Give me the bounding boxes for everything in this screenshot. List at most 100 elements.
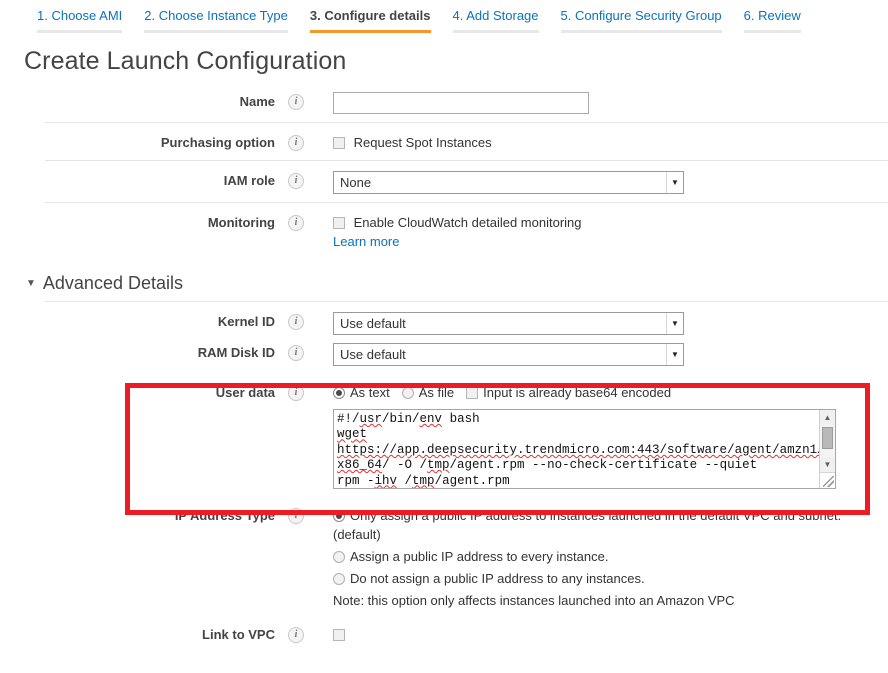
ip-option-no-public-ip-label: Do not assign a public IP address to any… xyxy=(350,571,645,586)
ram-disk-id-label: RAM Disk ID xyxy=(0,342,275,362)
user-data-label: User data xyxy=(0,382,275,402)
info-icon[interactable]: i xyxy=(288,627,304,643)
user-data-as-file-option[interactable]: As file xyxy=(402,383,454,402)
enable-cloudwatch-label: Enable CloudWatch detailed monitoring xyxy=(354,215,582,230)
chevron-down-icon: ▼ xyxy=(666,313,683,334)
info-icon[interactable]: i xyxy=(288,215,304,231)
wizard-tab-configure-details[interactable]: 3. Configure details xyxy=(299,0,442,33)
ip-option-every-instance[interactable]: Assign a public IP address to every inst… xyxy=(333,547,888,566)
user-data-script-content[interactable]: #!/usr/bin/env bash wget https://app.dee… xyxy=(334,410,819,488)
learn-more-link[interactable]: Learn more xyxy=(333,234,399,249)
ip-option-every-instance-label: Assign a public IP address to every inst… xyxy=(350,549,608,564)
script-line: x86_64/ -O /tmp/agent.rpm --no-check-cer… xyxy=(337,458,757,472)
info-icon[interactable]: i xyxy=(288,94,304,110)
enable-cloudwatch-checkbox[interactable] xyxy=(333,217,345,229)
user-data-scrollbar[interactable]: ▲ ▼ xyxy=(819,410,835,488)
user-data-base64-label: Input is already base64 encoded xyxy=(483,385,671,400)
tab-underline xyxy=(744,30,801,33)
iam-role-select[interactable]: None ▼ xyxy=(333,171,684,194)
script-line: rpm -ihv /tmp/agent.rpm xyxy=(337,474,510,488)
user-data-input-mode-group: As text As file Input is already base64 … xyxy=(333,383,888,402)
user-data-textarea[interactable]: #!/usr/bin/env bash wget https://app.dee… xyxy=(333,409,836,489)
tab-underline xyxy=(561,30,722,33)
user-data-base64-option[interactable]: Input is already base64 encoded xyxy=(466,383,671,402)
info-icon[interactable]: i xyxy=(288,314,304,330)
wizard-tab-add-storage[interactable]: 4. Add Storage xyxy=(442,0,550,33)
form-row-ip-address-type: IP Address Type i Only assign a public I… xyxy=(0,495,888,614)
link-to-vpc-checkbox[interactable] xyxy=(333,629,345,641)
wizard-tab-label: 6. Review xyxy=(744,8,801,23)
wizard-steps-nav: 1. Choose AMI 2. Choose Instance Type 3.… xyxy=(0,0,888,38)
scroll-up-arrow-icon[interactable]: ▲ xyxy=(820,410,835,425)
user-data-as-text-label: As text xyxy=(350,385,390,400)
form-row-kernel-id: Kernel ID i Use default ▼ xyxy=(0,302,888,337)
user-data-as-text-radio[interactable] xyxy=(333,387,345,399)
scrollbar-track[interactable] xyxy=(820,425,835,457)
monitoring-control: Enable CloudWatch detailed monitoring Le… xyxy=(333,212,888,251)
iam-role-label: IAM role xyxy=(0,170,275,190)
ip-option-every-instance-radio[interactable] xyxy=(333,551,345,563)
tab-underline xyxy=(37,30,122,33)
tab-underline xyxy=(453,30,539,33)
wizard-tab-review[interactable]: 6. Review xyxy=(733,0,812,33)
monitoring-label: Monitoring xyxy=(0,212,275,232)
request-spot-instances-option[interactable]: Request Spot Instances xyxy=(333,135,492,150)
ip-option-default-vpc[interactable]: Only assign a public IP address to insta… xyxy=(333,506,888,544)
info-icon[interactable]: i xyxy=(288,345,304,361)
page-title: Create Launch Configuration xyxy=(24,47,888,76)
kernel-id-label: Kernel ID xyxy=(0,311,275,331)
ip-option-no-public-ip-radio[interactable] xyxy=(333,573,345,585)
form-row-link-to-vpc: Link to VPC i xyxy=(0,614,888,653)
tab-underline-active xyxy=(310,30,431,33)
kernel-id-selected-value: Use default xyxy=(334,314,666,333)
wizard-tab-label: 2. Choose Instance Type xyxy=(144,8,288,23)
ram-disk-id-control: Use default ▼ xyxy=(333,342,888,366)
chevron-down-icon: ▼ xyxy=(666,344,683,365)
form-row-user-data: User data i As text As file Input is alr… xyxy=(0,368,888,495)
purchasing-option-label: Purchasing option xyxy=(0,132,275,152)
info-icon[interactable]: i xyxy=(288,135,304,151)
scrollbar-thumb[interactable] xyxy=(822,427,833,449)
advanced-details-heading: Advanced Details xyxy=(43,273,183,294)
wizard-tab-choose-instance-type[interactable]: 2. Choose Instance Type xyxy=(133,0,299,33)
advanced-details-form: Kernel ID i Use default ▼ RAM Disk ID i … xyxy=(0,302,888,653)
user-data-base64-checkbox[interactable] xyxy=(466,387,478,399)
user-data-as-file-radio[interactable] xyxy=(402,387,414,399)
wizard-tab-label: 1. Choose AMI xyxy=(37,8,122,23)
ram-disk-id-select[interactable]: Use default ▼ xyxy=(333,343,684,366)
kernel-id-select[interactable]: Use default ▼ xyxy=(333,312,684,335)
script-line: wget xyxy=(337,427,367,441)
wizard-tab-configure-security-group[interactable]: 5. Configure Security Group xyxy=(550,0,733,33)
ip-address-type-control: Only assign a public IP address to insta… xyxy=(333,505,888,610)
iam-role-control: None ▼ xyxy=(333,170,888,194)
ip-address-type-note: Note: this option only affects instances… xyxy=(333,591,888,610)
form-row-purchasing-option: Purchasing option i Request Spot Instanc… xyxy=(0,123,888,161)
wizard-tab-label: 3. Configure details xyxy=(310,8,431,23)
tab-underline xyxy=(144,30,288,33)
ip-option-default-vpc-radio[interactable] xyxy=(333,510,345,522)
info-icon[interactable]: i xyxy=(288,508,304,524)
wizard-tab-label: 5. Configure Security Group xyxy=(561,8,722,23)
info-icon[interactable]: i xyxy=(288,173,304,189)
enable-cloudwatch-option[interactable]: Enable CloudWatch detailed monitoring xyxy=(333,215,582,230)
script-line: #!/usr/bin/env bash xyxy=(337,412,480,426)
user-data-as-text-option[interactable]: As text xyxy=(333,383,390,402)
wizard-tab-choose-ami[interactable]: 1. Choose AMI xyxy=(26,0,133,33)
request-spot-instances-checkbox[interactable] xyxy=(333,137,345,149)
user-data-as-file-label: As file xyxy=(419,385,454,400)
link-to-vpc-label: Link to VPC xyxy=(0,624,275,644)
ram-disk-id-selected-value: Use default xyxy=(334,345,666,364)
info-icon[interactable]: i xyxy=(288,385,304,401)
form-row-name: Name i xyxy=(0,82,888,123)
form-row-iam-role: IAM role i None ▼ xyxy=(0,161,888,203)
resize-grip-icon[interactable] xyxy=(820,472,835,488)
chevron-down-icon: ▼ xyxy=(666,172,683,193)
form-row-ram-disk-id: RAM Disk ID i Use default ▼ xyxy=(0,337,888,368)
ip-option-no-public-ip[interactable]: Do not assign a public IP address to any… xyxy=(333,569,888,588)
launch-configuration-form: Name i Purchasing option i Request Spot … xyxy=(0,82,888,260)
script-line: https://app.deepsecurity.trendmicro.com:… xyxy=(337,443,819,457)
scroll-down-arrow-icon[interactable]: ▼ xyxy=(820,457,835,472)
name-input[interactable] xyxy=(333,92,589,114)
advanced-details-toggle[interactable]: ▼ Advanced Details xyxy=(26,273,888,294)
wizard-tab-label: 4. Add Storage xyxy=(453,8,539,23)
